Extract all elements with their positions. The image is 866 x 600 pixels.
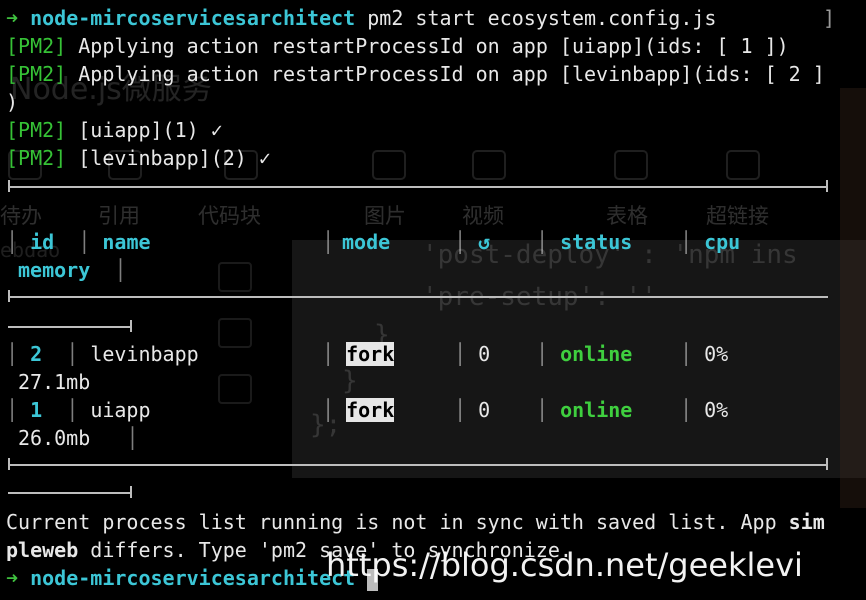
- pm2-tag: [PM2]: [6, 146, 67, 170]
- row-name: uiapp: [90, 398, 151, 422]
- warning-text: Current process list running is not in s…: [6, 510, 789, 534]
- header-mode: mode: [342, 230, 391, 254]
- table-corner: [8, 180, 10, 192]
- table-top-border: [8, 186, 828, 188]
- warning-app-name: sim: [788, 510, 825, 534]
- row-status: online: [560, 342, 633, 366]
- prompt-arrow-icon: ➜: [6, 566, 31, 590]
- output-line: ): [6, 88, 866, 116]
- output-line: [PM2] Applying action restartProcessId o…: [6, 32, 866, 60]
- row-mode: fork: [346, 342, 395, 366]
- output-text: Applying action restartProcessId on app …: [66, 62, 825, 86]
- command-line: ➜ node-mircoservicesarchitect pm2 start …: [6, 4, 866, 32]
- prompt-directory: node-mircoservicesarchitect: [30, 6, 356, 30]
- row-restarts: 0: [478, 342, 491, 366]
- header-restarts: ↺: [478, 230, 491, 254]
- header-memory: memory: [18, 258, 91, 282]
- output-text: [uiapp](1) ✓: [66, 118, 223, 142]
- output-text: [levinbapp](2) ✓: [66, 146, 271, 170]
- prompt-directory: node-mircoservicesarchitect: [30, 566, 356, 590]
- row-cpu: 0%: [704, 398, 729, 422]
- header-status: status: [560, 230, 633, 254]
- header-id: id: [30, 230, 55, 254]
- output-line: [PM2] [uiapp](1) ✓: [6, 116, 866, 144]
- prompt-arrow-icon: ➜: [6, 6, 31, 30]
- row-memory: 26.0mb: [18, 426, 91, 450]
- row-separator: [8, 326, 132, 328]
- pm2-tag: [PM2]: [6, 118, 67, 142]
- warning-line: Current process list running is not in s…: [6, 508, 866, 536]
- header-separator: [8, 296, 828, 298]
- row-id: 2: [30, 342, 43, 366]
- row-cpu: 0%: [704, 342, 729, 366]
- pm2-tag: [PM2]: [6, 62, 67, 86]
- row-memory: 27.1mb: [18, 370, 91, 394]
- header-cpu: cpu: [704, 230, 741, 254]
- output-line: [PM2] Applying action restartProcessId o…: [6, 60, 866, 88]
- warning-app-name: pleweb: [6, 538, 79, 562]
- pm2-tag: [PM2]: [6, 34, 67, 58]
- row-name: levinbapp: [90, 342, 199, 366]
- header-name: name: [102, 230, 151, 254]
- row-mode: fork: [346, 398, 395, 422]
- output-text: ): [6, 90, 19, 114]
- row-status: online: [560, 398, 633, 422]
- table-bottom-border: [8, 464, 828, 466]
- table-corner: [826, 180, 828, 192]
- row-id: 1: [30, 398, 43, 422]
- output-text: Applying action restartProcessId on app …: [66, 34, 789, 58]
- command-text: pm2 start ecosystem.config.js: [367, 6, 717, 30]
- output-line: [PM2] [levinbapp](2) ✓: [6, 144, 866, 172]
- row-restarts: 0: [478, 398, 491, 422]
- terminal-window[interactable]: ] ➜ node-mircoservicesarchitect pm2 star…: [0, 0, 866, 600]
- watermark-url: https://blog.csdn.net/geeklevi: [326, 546, 803, 584]
